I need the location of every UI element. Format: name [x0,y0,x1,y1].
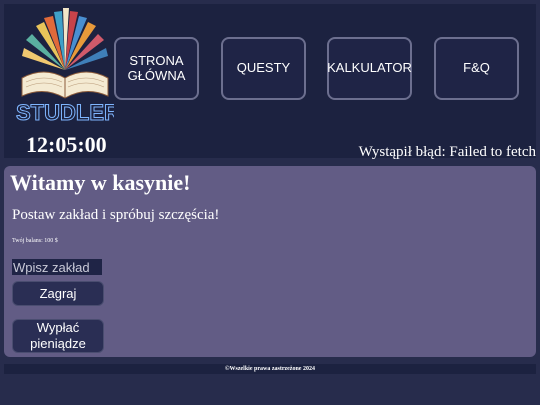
bet-input[interactable] [12,259,102,275]
book-rays-icon [22,8,108,70]
header: STUDLER STRONA GŁÓWNA QUESTY KALKULATOR … [4,4,536,158]
nav-calculator-button[interactable]: KALKULATOR [327,37,412,100]
subtitle: Postaw zakład i spróbuj szczęścia! [12,207,220,223]
cashout-button[interactable]: Wypłać pieniądze [12,319,104,353]
open-book-icon [21,71,109,99]
page-title: Witamy w kasynie! [10,170,191,195]
casino-panel: Witamy w kasynie! Postaw zakład i spróbu… [4,166,536,357]
nav-quests-button[interactable]: QUESTY [221,37,306,100]
nav-home-button[interactable]: STRONA GŁÓWNA [114,37,199,100]
clock: 12:05:00 [26,132,107,157]
nav-faq-button[interactable]: F&Q [434,37,519,100]
balance-text: Twój balans: 100 $ [12,238,58,244]
play-button[interactable]: Zagraj [12,281,104,306]
logo-text: STUDLER [16,100,114,122]
footer: ©Wszelkie prawa zastrzeżone 2024 [4,364,536,374]
studler-logo[interactable]: STUDLER [16,8,114,122]
error-message: Wystąpił błąd: Failed to fetch [358,144,536,160]
